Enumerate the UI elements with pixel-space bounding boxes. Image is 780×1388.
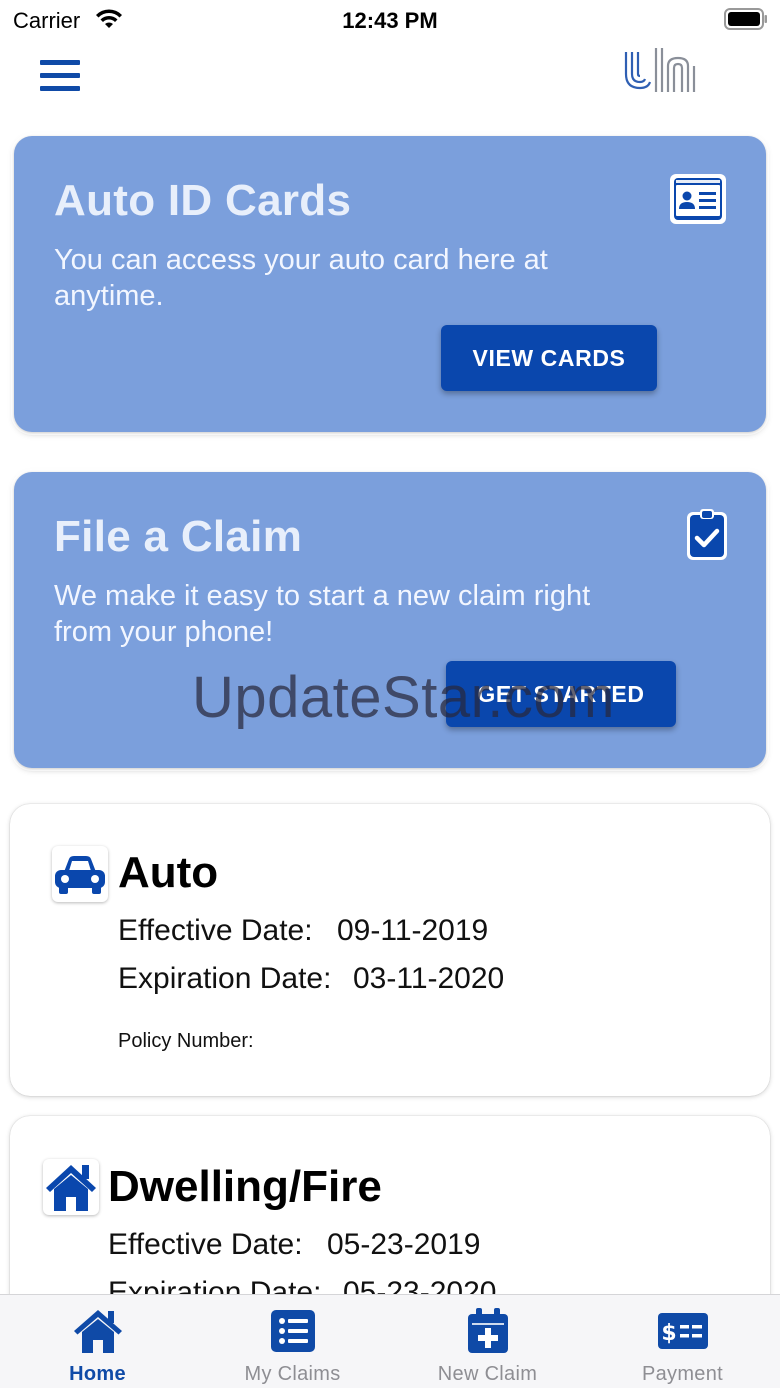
tab-payment-label: Payment xyxy=(641,1363,724,1385)
effective-date-value: 05-23-2019 xyxy=(327,1228,481,1261)
car-icon xyxy=(52,846,108,902)
tab-home-label: Home xyxy=(69,1363,126,1385)
effective-date-label: Effective Date: xyxy=(108,1228,303,1261)
house-icon xyxy=(43,1159,99,1215)
clock: 12:43 PM xyxy=(342,8,438,33)
tab-new-claim[interactable]: New Claim xyxy=(390,1295,585,1388)
auto-id-cards-description: You can access your auto card here at an… xyxy=(54,244,548,312)
svg-text:$: $ xyxy=(661,1321,676,1346)
tab-my-claims-label: My Claims xyxy=(244,1363,341,1385)
id-card-icon xyxy=(670,174,726,224)
auto-id-cards-title: Auto ID Cards xyxy=(54,176,352,225)
file-claim-title: File a Claim xyxy=(54,512,303,561)
status-bar: Carrier 12:43 PM xyxy=(0,0,780,40)
calendar-plus-icon xyxy=(468,1308,508,1353)
tab-home[interactable]: Home xyxy=(0,1295,195,1388)
policy-card-auto[interactable]: Auto Effective Date: 09-11-2019 Expirati… xyxy=(10,804,770,1096)
policy-type-dwelling-fire: Dwelling/Fire xyxy=(108,1162,382,1211)
tab-payment[interactable]: $ Payment xyxy=(585,1295,780,1388)
effective-date-value: 09-11-2019 xyxy=(337,914,489,947)
clipboard-check-icon xyxy=(687,509,727,560)
file-claim-card: File a Claim We make it easy to start a … xyxy=(14,472,766,768)
battery-icon xyxy=(724,8,767,30)
auto-id-cards-card: Auto ID Cards You can access your auto c… xyxy=(14,136,766,432)
expiration-date-label: Expiration Date: xyxy=(118,962,332,995)
list-icon xyxy=(271,1310,315,1352)
company-logo xyxy=(624,48,696,92)
policy-type-auto: Auto xyxy=(118,848,219,897)
view-cards-button[interactable]: VIEW CARDS xyxy=(441,325,657,391)
file-claim-description: We make it easy to start a new claim rig… xyxy=(54,580,591,648)
tab-bar: Home My Claims New Claim $ Payment xyxy=(0,1294,780,1388)
hamburger-menu-icon[interactable] xyxy=(38,60,82,94)
get-started-button[interactable]: GET STARTED xyxy=(446,661,676,727)
dollar-bill-icon: $ xyxy=(658,1313,708,1349)
tab-new-claim-label: New Claim xyxy=(437,1363,538,1385)
policy-number-label: Policy Number: xyxy=(118,1030,254,1052)
effective-date-label: Effective Date: xyxy=(118,914,313,947)
tab-my-claims[interactable]: My Claims xyxy=(195,1295,390,1388)
expiration-date-value: 03-11-2020 xyxy=(353,962,505,995)
home-icon xyxy=(74,1310,122,1353)
